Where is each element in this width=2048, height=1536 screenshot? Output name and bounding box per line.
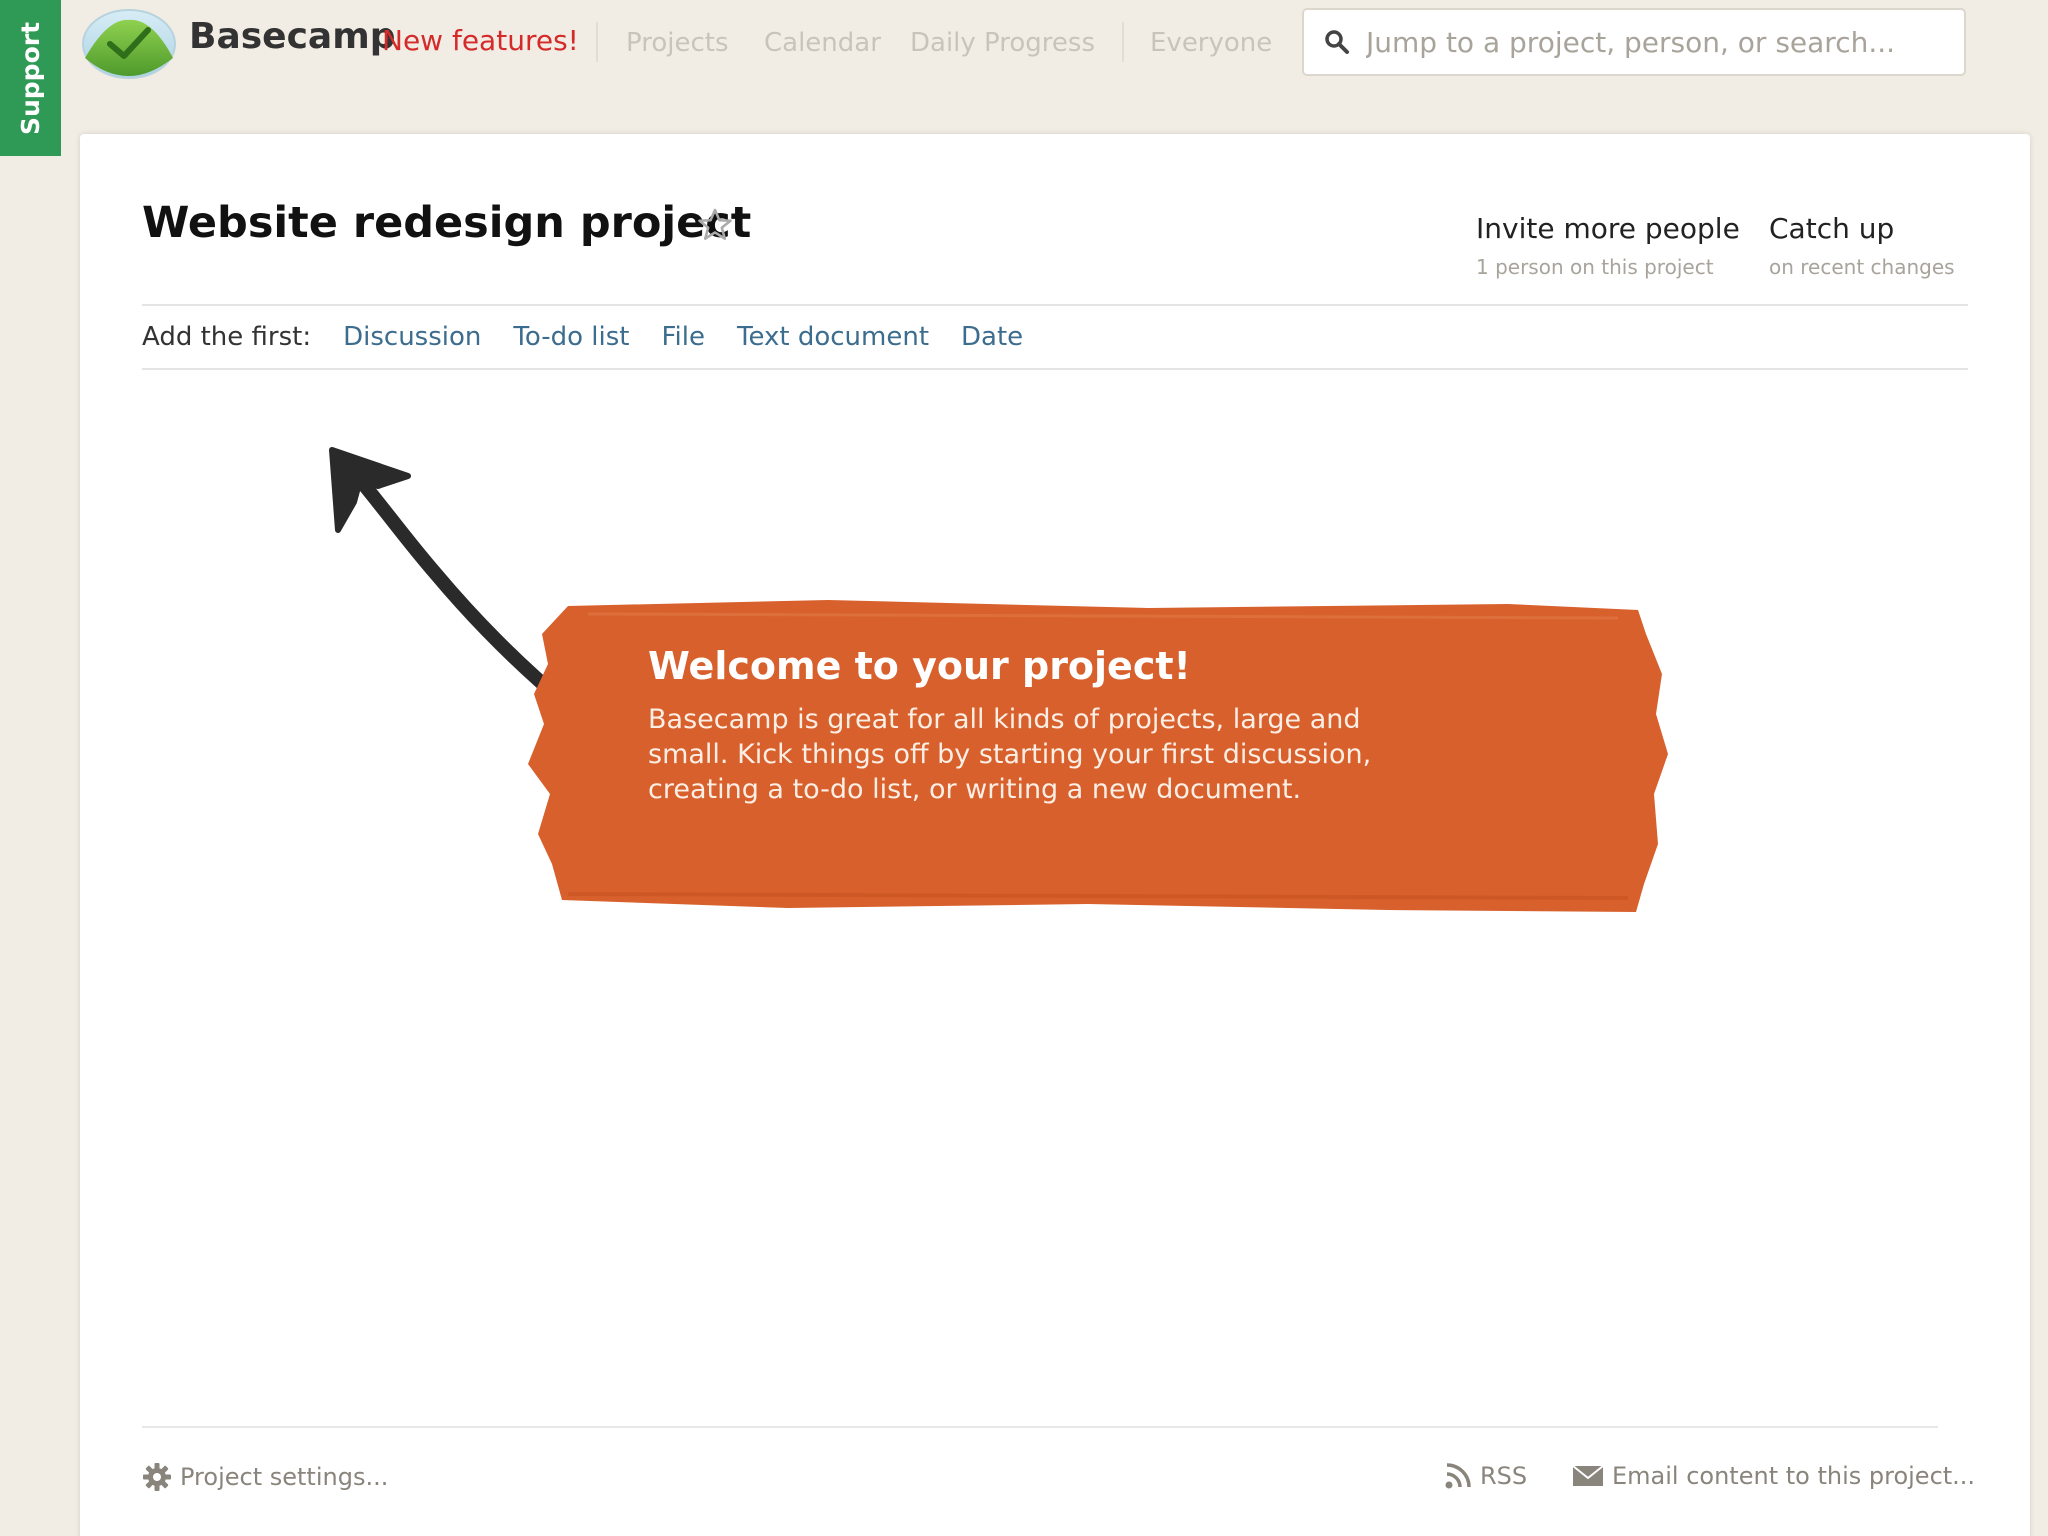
star-icon[interactable] [696,206,734,244]
invite-subtitle: 1 person on this project [1476,255,1714,279]
project-settings-link[interactable]: Project settings... [142,1462,388,1492]
nav-calendar[interactable]: Calendar [764,28,881,58]
nav-divider [1122,22,1124,62]
add-first-label: Add the first: [142,322,312,352]
add-todo-list-link[interactable]: To-do list [513,322,629,352]
invite-more-people-link[interactable]: Invite more people 1 person on this proj… [1476,212,1740,279]
nav-daily-progress[interactable]: Daily Progress [910,28,1095,58]
search-icon [1325,30,1349,54]
divider [142,304,1968,306]
add-first-bar: Add the first: Discussion To-do list Fil… [142,322,1055,352]
nav-projects[interactable]: Projects [626,28,729,58]
search-input[interactable] [1366,25,1946,59]
rss-label: RSS [1480,1462,1528,1490]
email-content-label: Email content to this project... [1612,1462,1976,1490]
project-settings-label: Project settings... [180,1463,389,1491]
support-label: Support [16,21,45,135]
footer-divider [142,1426,1938,1428]
welcome-content: Welcome to your project! Basecamp is gre… [648,644,1428,807]
new-features-link[interactable]: New features! [382,24,579,57]
gear-icon [143,1463,171,1491]
project-card: Website redesign project Invite more peo… [80,134,2030,1536]
catchup-subtitle: on recent changes [1769,255,1955,279]
nav-divider [596,22,598,62]
welcome-banner: Welcome to your project! Basecamp is gre… [528,594,1668,914]
project-title: Website redesign project [142,198,752,248]
email-content-link[interactable]: Email content to this project... [1572,1462,1975,1490]
welcome-title: Welcome to your project! [648,644,1191,688]
invite-title: Invite more people [1476,212,1740,245]
basecamp-logo-icon[interactable] [80,0,178,80]
brand-name[interactable]: Basecamp [189,16,396,57]
catchup-title: Catch up [1769,212,1895,245]
add-discussion-link[interactable]: Discussion [343,322,481,352]
rss-link[interactable]: RSS [1444,1462,1527,1490]
add-file-link[interactable]: File [661,322,705,352]
add-date-link[interactable]: Date [961,322,1023,352]
envelope-icon [1572,1465,1604,1486]
nav-everyone[interactable]: Everyone [1150,28,1272,58]
add-text-document-link[interactable]: Text document [737,322,929,352]
support-tab[interactable]: Support [0,0,61,156]
catch-up-link[interactable]: Catch up on recent changes [1769,212,1955,279]
search-box[interactable] [1302,8,1966,76]
divider [142,368,1968,370]
rss-icon [1445,1463,1471,1489]
welcome-body: Basecamp is great for all kinds of proje… [648,704,1372,805]
